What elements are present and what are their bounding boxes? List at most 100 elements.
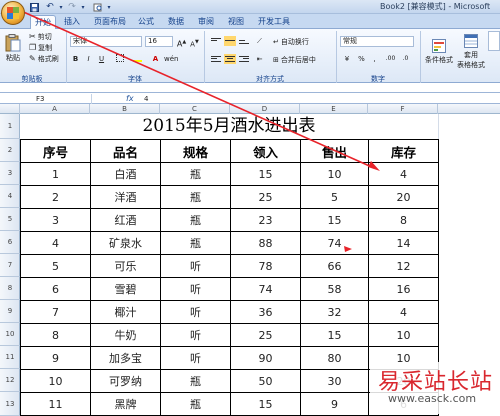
row-header[interactable]: 3 (0, 162, 20, 185)
print-preview-icon[interactable] (92, 1, 104, 13)
format-painter-button[interactable]: ✎ 格式刷 (28, 53, 60, 64)
table-cell[interactable]: 12 (368, 254, 439, 278)
table-cell[interactable]: 88 (230, 231, 301, 255)
row-header[interactable]: 2 (0, 139, 20, 162)
table-cell[interactable]: 80 (300, 346, 369, 370)
table-cell[interactable]: 加多宝 (90, 346, 161, 370)
table-cell[interactable]: 16 (368, 277, 439, 301)
table-cell[interactable]: 10 (368, 323, 439, 347)
table-cell[interactable]: 黑牌 (90, 392, 161, 416)
header-cell[interactable]: 序号 (20, 139, 91, 163)
column-header[interactable]: E (300, 104, 368, 114)
name-box[interactable]: F3 (2, 94, 92, 104)
table-cell[interactable]: 听 (160, 277, 231, 301)
office-button[interactable] (1, 1, 25, 25)
header-cell[interactable]: 库存 (368, 139, 439, 163)
align-right-icon[interactable] (238, 54, 250, 64)
table-cell[interactable]: 可乐 (90, 254, 161, 278)
table-cell[interactable]: 8 (368, 208, 439, 232)
table-cell[interactable]: 90 (230, 346, 301, 370)
table-cell[interactable]: 1 (20, 162, 91, 186)
table-cell[interactable]: 23 (230, 208, 301, 232)
column-header[interactable]: B (90, 104, 160, 114)
table-cell[interactable]: 瓶 (160, 162, 231, 186)
currency-button[interactable]: ¥ (340, 54, 354, 64)
table-cell[interactable]: 4 (20, 231, 91, 255)
table-cell[interactable]: 瓶 (160, 231, 231, 255)
table-cell[interactable]: 5 (300, 185, 369, 209)
table-cell[interactable]: 6 (20, 277, 91, 301)
row-header[interactable]: 12 (0, 369, 20, 392)
grow-font-button[interactable]: A▲ (176, 37, 187, 49)
conditional-format-button[interactable]: 条件格式 (424, 31, 454, 73)
comma-button[interactable]: , (369, 54, 380, 64)
table-cell[interactable]: 50 (230, 369, 301, 393)
number-format-dropdown[interactable]: 常规 (340, 36, 414, 47)
column-header[interactable]: A (20, 104, 90, 114)
table-cell[interactable]: 78 (230, 254, 301, 278)
orientation-button[interactable]: ⟋ (254, 36, 265, 46)
table-cell[interactable]: 雪碧 (90, 277, 161, 301)
decrease-decimal-button[interactable]: .0 (399, 54, 412, 64)
table-cell[interactable]: 3 (20, 208, 91, 232)
row-header[interactable]: 10 (0, 323, 20, 346)
align-middle-icon[interactable] (224, 36, 236, 46)
table-cell[interactable]: 15 (230, 162, 301, 186)
header-cell[interactable]: 品名 (90, 139, 161, 163)
phonetic-button[interactable]: wén (164, 54, 178, 64)
align-bottom-icon[interactable] (238, 36, 250, 46)
customize-qat-icon[interactable]: ▾ (106, 1, 112, 13)
font-color-button[interactable]: A (150, 54, 161, 64)
table-cell[interactable]: 15 (300, 208, 369, 232)
table-cell[interactable]: 9 (20, 346, 91, 370)
undo-icon[interactable]: ↶ (44, 1, 56, 13)
redo-icon[interactable]: ↷ (66, 1, 78, 13)
column-header[interactable]: C (160, 104, 230, 114)
column-header[interactable]: F (368, 104, 438, 114)
table-cell[interactable]: 听 (160, 254, 231, 278)
table-cell[interactable]: 牛奶 (90, 323, 161, 347)
row-header[interactable]: 5 (0, 208, 20, 231)
table-cell[interactable]: 听 (160, 346, 231, 370)
cut-button[interactable]: ✂ 剪切 (28, 31, 53, 42)
tab-data[interactable]: 数据 (164, 15, 188, 29)
table-cell[interactable]: 30 (300, 369, 369, 393)
font-name-dropdown[interactable]: 宋体 (70, 36, 142, 47)
table-cell[interactable]: 66 (300, 254, 369, 278)
tab-page-layout[interactable]: 页面布局 (90, 15, 130, 29)
header-cell[interactable]: 售出 (300, 139, 369, 163)
copy-button[interactable]: ❐ 复制 (28, 42, 53, 53)
redo-dropdown-icon[interactable]: ▾ (80, 1, 86, 13)
table-cell[interactable]: 25 (230, 185, 301, 209)
tab-formulas[interactable]: 公式 (134, 15, 158, 29)
align-left-icon[interactable] (210, 54, 222, 64)
row-header[interactable]: 4 (0, 185, 20, 208)
table-cell[interactable]: 32 (300, 300, 369, 324)
indent-button[interactable]: ⇤ (254, 54, 265, 64)
table-cell[interactable]: 4 (368, 300, 439, 324)
tab-home[interactable]: 开始 (30, 15, 56, 29)
table-cell[interactable]: 11 (20, 392, 91, 416)
format-as-table-button[interactable]: 套用 表格格式 (456, 31, 486, 73)
percent-button[interactable]: % (356, 54, 367, 64)
table-cell[interactable]: 瓶 (160, 185, 231, 209)
tab-developer[interactable]: 开发工具 (254, 15, 294, 29)
table-cell[interactable]: 可罗纳 (90, 369, 161, 393)
row-header[interactable]: 11 (0, 346, 20, 369)
font-size-dropdown[interactable]: 16 (145, 36, 173, 47)
row-header[interactable]: 7 (0, 254, 20, 277)
row-header[interactable]: 8 (0, 277, 20, 300)
table-cell[interactable]: 椰汁 (90, 300, 161, 324)
table-cell[interactable]: 2 (20, 185, 91, 209)
tab-insert[interactable]: 插入 (60, 15, 84, 29)
select-all-corner[interactable] (0, 104, 20, 114)
table-cell[interactable]: 74 (300, 231, 369, 255)
bold-button[interactable]: B (70, 54, 81, 64)
border-button[interactable] (114, 54, 125, 64)
sheet-title[interactable]: 2015年5月酒水进出表 (20, 114, 438, 139)
table-cell[interactable]: 洋酒 (90, 185, 161, 209)
table-cell[interactable]: 9 (300, 392, 369, 416)
header-cell[interactable]: 规格 (160, 139, 231, 163)
table-cell[interactable]: 瓶 (160, 392, 231, 416)
column-header[interactable]: D (230, 104, 300, 114)
